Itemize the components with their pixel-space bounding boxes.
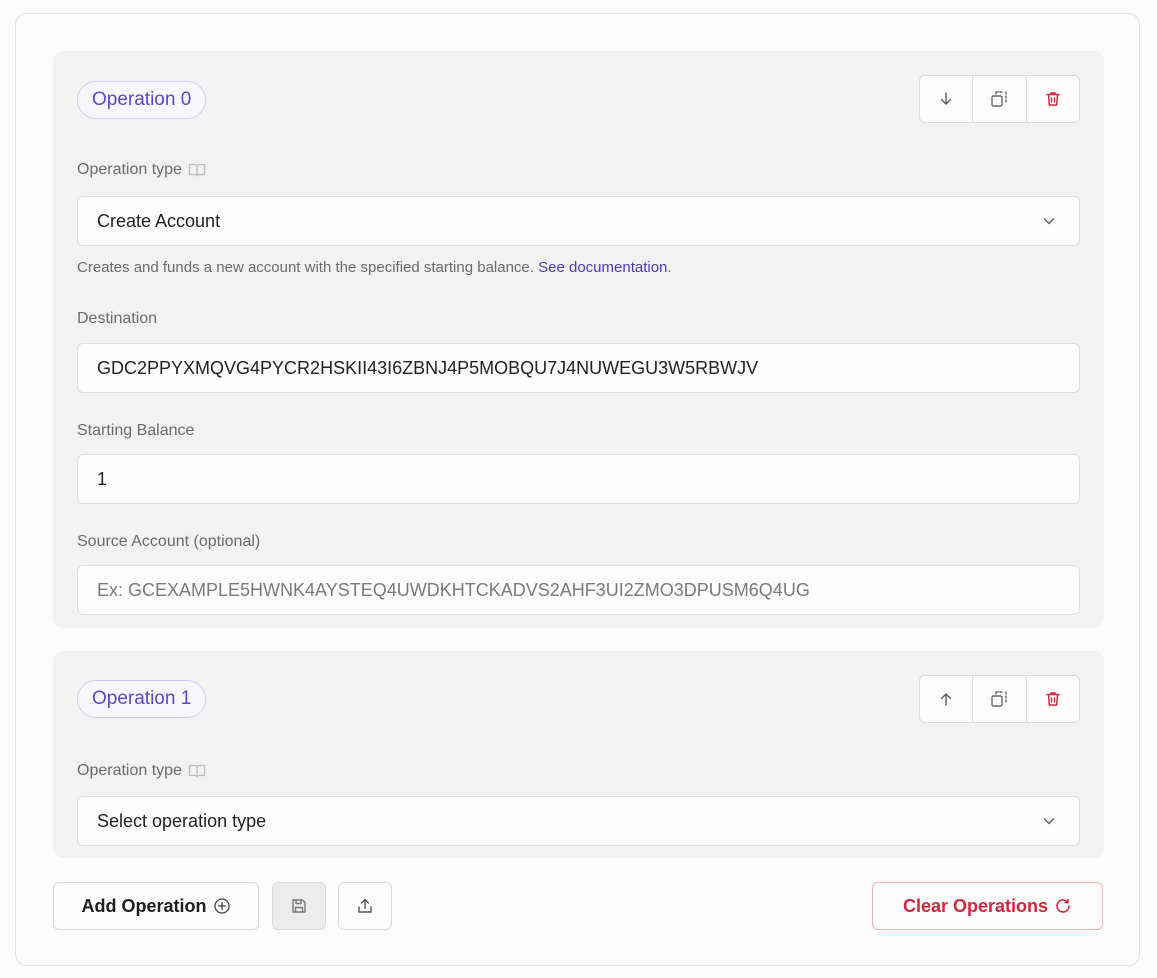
starting-balance-label: Starting Balance	[77, 422, 195, 439]
operation-help-text: Creates and funds a new account with the…	[77, 259, 672, 276]
operation-type-select[interactable]: Select operation type	[77, 796, 1080, 846]
delete-button[interactable]	[1027, 676, 1079, 722]
duplicate-icon	[991, 91, 1008, 107]
book-icon[interactable]	[188, 162, 206, 178]
operation-type-label: Operation type	[77, 762, 206, 780]
operation-type-label: Operation type	[77, 161, 206, 179]
operations-panel: Operation 0 Operation type Create Accoun…	[15, 13, 1140, 966]
operation-actions	[919, 675, 1080, 723]
plus-circle-icon	[213, 898, 230, 914]
source-account-input[interactable]: Ex: GCEXAMPLE5HWNK4AYSTEQ4UWDKHTCKADVS2A…	[77, 565, 1080, 615]
chevron-down-icon	[1043, 218, 1055, 225]
starting-balance-input[interactable]: 1	[77, 454, 1080, 504]
trash-icon	[1046, 92, 1060, 106]
export-button[interactable]	[338, 882, 392, 930]
trash-icon	[1046, 692, 1060, 706]
move-down-button[interactable]	[920, 76, 974, 122]
operation-actions	[919, 75, 1080, 123]
operation-type-select[interactable]: Create Account	[77, 196, 1080, 246]
documentation-link[interactable]: See documentation	[538, 259, 667, 276]
chevron-down-icon	[1043, 818, 1055, 825]
save-button[interactable]	[272, 882, 326, 930]
arrow-down-icon	[940, 92, 952, 105]
book-icon[interactable]	[188, 763, 206, 779]
delete-button[interactable]	[1027, 76, 1079, 122]
arrow-up-icon	[940, 693, 952, 706]
duplicate-button[interactable]	[973, 76, 1027, 122]
source-account-label: Source Account (optional)	[77, 533, 261, 550]
upload-icon	[358, 898, 372, 913]
move-up-button[interactable]	[920, 676, 974, 722]
refresh-icon	[1056, 898, 1070, 913]
destination-label: Destination	[77, 310, 158, 327]
duplicate-button[interactable]	[973, 676, 1027, 722]
operation-badge: Operation 0	[77, 81, 207, 119]
add-operation-button[interactable]: Add Operation	[53, 882, 259, 930]
operation-card-1: Operation 1 Operation type Select operat…	[53, 651, 1104, 858]
duplicate-icon	[991, 691, 1008, 707]
destination-input[interactable]: GDC2PPYXMQVG4PYCR2HSKII43I6ZBNJ4P5MOBQU7…	[77, 343, 1080, 393]
save-icon	[292, 899, 306, 913]
operation-card-0: Operation 0 Operation type Create Accoun…	[53, 51, 1104, 628]
operation-badge: Operation 1	[77, 680, 207, 718]
clear-operations-button[interactable]: Clear Operations	[872, 882, 1103, 930]
